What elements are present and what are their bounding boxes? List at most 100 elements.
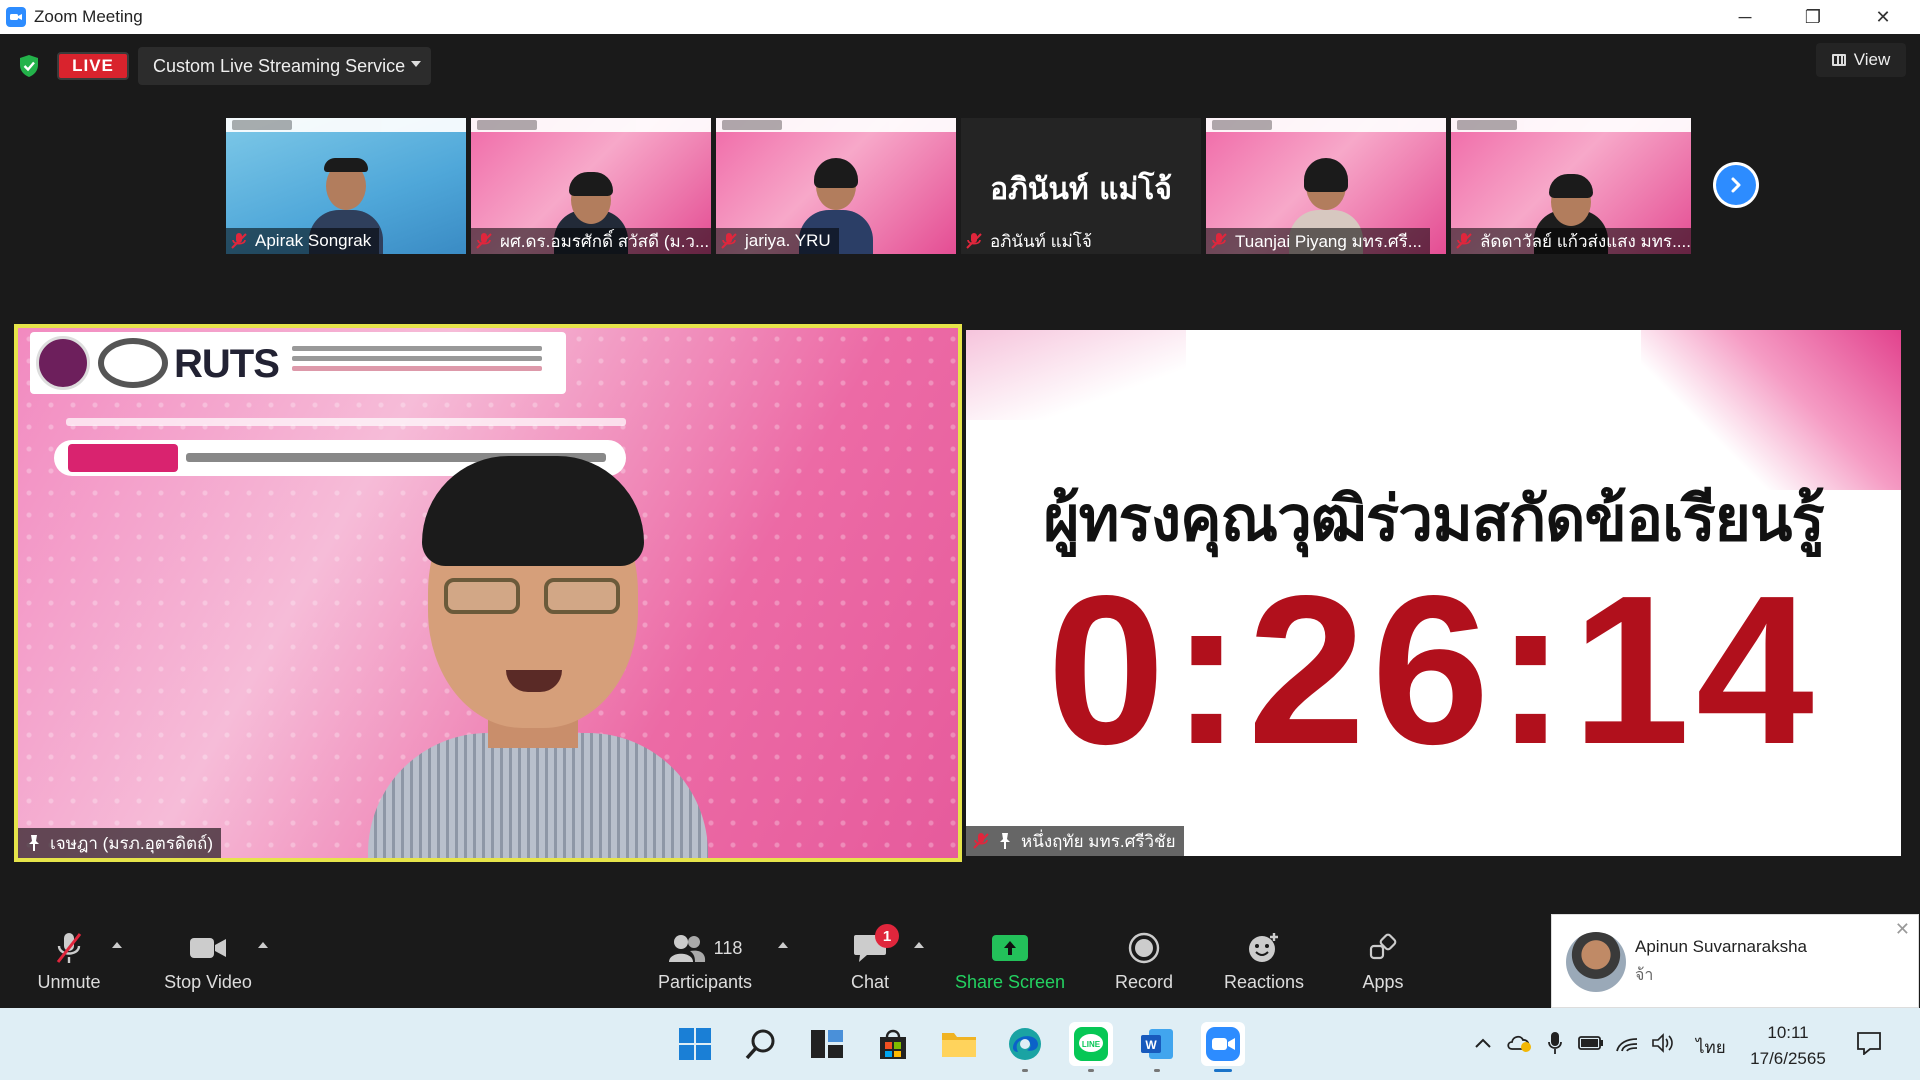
participant-name-tag: ผศ.ดร.อมรศักดิ์ สวัสดี (ม.ว... — [471, 228, 711, 254]
reactions-label: Reactions — [1223, 972, 1305, 992]
shared-timer-video[interactable]: ผู้ทรงคุณวุฒิร่วมสกัดข้อเรียนรู้ 0:26:14… — [966, 330, 1901, 856]
participant-name-tag: jariya. YRU — [716, 228, 839, 254]
system-clock[interactable]: 10:11 17/6/2565 — [1738, 1020, 1838, 1072]
video-camera-icon — [189, 930, 227, 966]
participant-name-tag: Apirak Songrak — [226, 228, 380, 254]
show-hidden-icons-chevron-icon[interactable] — [1470, 1028, 1496, 1058]
participant-tile[interactable]: อภินันท์ แม่โจ้ อภินันท์ แม่โจ้ — [961, 118, 1201, 254]
clock-date: 17/6/2565 — [1750, 1049, 1826, 1068]
apps-button[interactable]: Apps — [1354, 930, 1412, 996]
wifi-icon[interactable] — [1614, 1028, 1640, 1058]
share-screen-icon — [992, 930, 1028, 966]
input-language-indicator[interactable]: ไทย — [1696, 1034, 1726, 1061]
meeting-top-bar: LIVE Custom Live Streaming Service View — [0, 34, 1920, 94]
ruts-logo: RUTS — [174, 342, 280, 386]
participant-display-name: อภินันท์ แม่โจ้ — [990, 172, 1172, 207]
active-speaker-video[interactable]: RUTS เจษฎา (มรภ.อุตรดิตถ์) — [14, 324, 962, 862]
chat-icon: 1 — [853, 924, 899, 966]
reactions-button[interactable]: Reactions — [1222, 930, 1306, 996]
chat-sender-name: Apinun Suvarnaraksha — [1635, 937, 1808, 956]
participant-name: Tuanjai Piyang มทร.ศรี... — [1235, 231, 1422, 251]
zoom-app-icon — [6, 7, 26, 27]
restore-button[interactable]: ❐ — [1784, 0, 1842, 34]
university-seal-logo — [36, 336, 90, 390]
participant-name: jariya. YRU — [745, 231, 831, 250]
audio-options-caret[interactable] — [112, 942, 122, 948]
file-explorer-icon[interactable] — [937, 1022, 981, 1066]
volume-icon[interactable] — [1650, 1028, 1676, 1058]
view-label: View — [1853, 50, 1891, 69]
ring-logo — [98, 338, 168, 388]
participant-name-tag: หนึ่งฤทัย มทร.ศรีวิชัย — [966, 826, 1184, 856]
video-options-caret[interactable] — [258, 942, 268, 948]
participants-options-caret[interactable] — [778, 942, 788, 948]
streaming-service-dropdown[interactable]: Custom Live Streaming Service — [138, 47, 431, 85]
stop-video-button[interactable]: Stop Video — [162, 930, 254, 996]
participant-name: ลัดดาวัลย์ แก้วส่งแสง มทร.... — [1480, 231, 1691, 251]
security-shield-icon[interactable] — [18, 54, 40, 78]
chat-label: Chat — [850, 972, 890, 992]
live-badge[interactable]: LIVE — [57, 52, 129, 80]
minimize-button[interactable]: ─ — [1716, 0, 1774, 34]
chat-message-text: จ้า — [1635, 967, 1654, 984]
close-notification-icon[interactable]: ✕ — [1895, 919, 1910, 940]
zoom-taskbar-icon[interactable] — [1201, 1022, 1245, 1072]
onedrive-cloud-icon[interactable] — [1506, 1028, 1532, 1058]
chevron-right-icon — [1716, 165, 1756, 205]
participant-tile[interactable]: Tuanjai Piyang มทร.ศรี... — [1206, 118, 1446, 254]
task-view-icon[interactable] — [805, 1022, 849, 1066]
participant-tile[interactable]: jariya. YRU — [716, 118, 956, 254]
mic-muted-icon — [1455, 232, 1473, 250]
unmute-button[interactable]: Unmute — [34, 930, 104, 996]
chat-options-caret[interactable] — [914, 942, 924, 948]
windows-start-icon[interactable] — [673, 1022, 717, 1066]
microphone-tray-icon[interactable] — [1542, 1028, 1568, 1058]
record-label: Record — [1114, 972, 1174, 992]
avatar — [1566, 932, 1626, 992]
next-page-button[interactable] — [1713, 162, 1759, 208]
apps-icon — [1368, 930, 1398, 966]
battery-icon[interactable] — [1578, 1028, 1604, 1058]
search-icon[interactable] — [739, 1022, 783, 1066]
participant-thumbnail-strip: Apirak Songrak ผศ.ดร.อมรศักดิ์ สวัสดี (ม… — [226, 118, 1696, 254]
notification-center-icon[interactable] — [1856, 1028, 1882, 1058]
streaming-service-label: Custom Live Streaming Service — [153, 55, 406, 76]
participants-button[interactable]: 118 Participants — [655, 930, 755, 996]
share-screen-button[interactable]: Share Screen — [955, 930, 1065, 996]
participant-count: 118 — [713, 937, 743, 958]
event-logo-banner: RUTS — [30, 332, 566, 394]
mic-muted-icon — [230, 232, 248, 250]
microsoft-store-icon[interactable] — [871, 1022, 915, 1066]
participant-name: อภินันท์ แม่โจ้ — [990, 231, 1092, 251]
participants-icon: 118 — [668, 930, 743, 966]
chat-button[interactable]: 1 Chat — [840, 924, 900, 996]
speaker-name-tag: เจษฎา (มรภ.อุตรดิตถ์) — [18, 828, 222, 858]
unmute-label: Unmute — [37, 972, 101, 992]
participant-tile[interactable]: Apirak Songrak — [226, 118, 466, 254]
participant-name-tag: Tuanjai Piyang มทร.ศรี... — [1206, 228, 1430, 254]
chat-notification[interactable]: Apinun Suvarnaraksha จ้า ✕ — [1551, 914, 1919, 1008]
view-button[interactable]: View — [1816, 43, 1906, 77]
participant-name: Apirak Songrak — [255, 231, 372, 250]
participant-tile[interactable]: ผศ.ดร.อมรศักดิ์ สวัสดี (ม.ว... — [471, 118, 711, 254]
countdown-timer: 0:26:14 — [1047, 551, 1820, 788]
line-app-icon[interactable]: LINE — [1069, 1022, 1113, 1072]
share-screen-label: Share Screen — [954, 972, 1066, 992]
participant-name-tag: ลัดดาวัลย์ แก้วส่งแสง มทร.... — [1451, 228, 1691, 254]
edge-browser-icon[interactable] — [1003, 1022, 1047, 1072]
svg-text:W: W — [1145, 1038, 1157, 1052]
apps-label: Apps — [1362, 972, 1404, 992]
pin-icon — [1000, 833, 1010, 849]
microsoft-word-icon[interactable]: W — [1135, 1022, 1179, 1072]
reactions-smiley-icon — [1247, 930, 1281, 966]
clock-time: 10:11 — [1767, 1023, 1809, 1042]
close-button[interactable]: ✕ — [1854, 0, 1912, 34]
microphone-muted-icon — [52, 930, 86, 966]
windows-taskbar: LINE W ไทย 10:11 17/6/2565 — [0, 1008, 1920, 1080]
record-button[interactable]: Record — [1112, 930, 1176, 996]
speaker-video — [368, 438, 708, 858]
participant-tile[interactable]: ลัดดาวัลย์ แก้วส่งแสง มทร.... — [1451, 118, 1691, 254]
participant-name: ผศ.ดร.อมรศักดิ์ สวัสดี (ม.ว... — [500, 231, 710, 251]
mic-muted-icon — [972, 832, 990, 850]
participant-name: หนึ่งฤทัย มทร.ศรีวิชัย — [1021, 831, 1176, 851]
